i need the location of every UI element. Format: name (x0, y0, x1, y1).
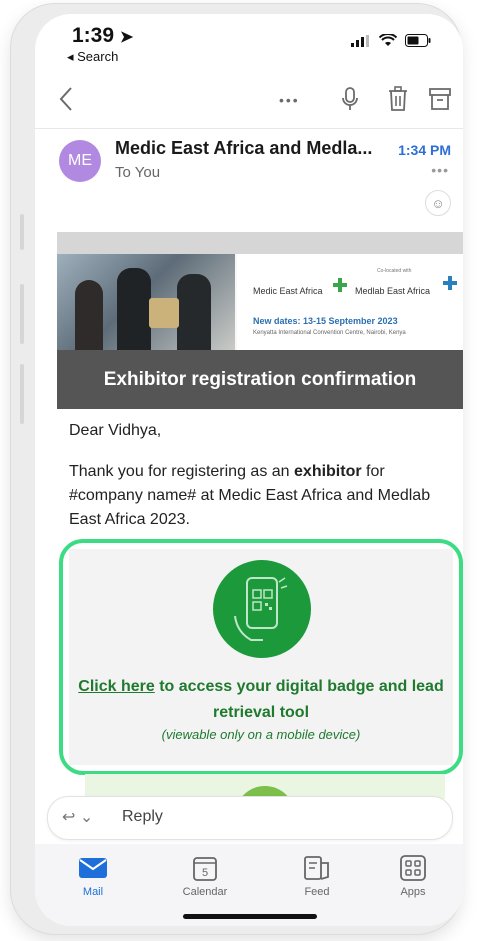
banner-top-strip (57, 232, 463, 254)
microphone-icon[interactable] (341, 86, 359, 112)
tab-label: Mail (82, 886, 104, 898)
co-located-text: Co-located with (377, 268, 412, 274)
banner-photo (57, 254, 235, 350)
medic-logo-cross-icon (333, 278, 347, 292)
medlab-logo-cross-icon (443, 276, 457, 290)
home-indicator[interactable] (183, 914, 317, 919)
side-button (20, 214, 24, 250)
archive-icon[interactable] (429, 86, 451, 112)
banner-title: Exhibitor registration confirmation (57, 350, 463, 409)
tab-calendar[interactable]: 5 Calendar (165, 854, 245, 898)
chevron-left-icon[interactable] (59, 86, 73, 112)
screen: 1:39 ➤ ◂ Search ••• ME Medic East Africa… (35, 14, 463, 926)
body-paragraph: Thank you for registering as an exhibito… (69, 463, 431, 528)
tab-feed[interactable]: Feed (277, 854, 357, 898)
feed-icon (304, 856, 329, 880)
tab-label: Calendar (182, 886, 228, 898)
medlab-logo-text: Medlab East Africa (355, 286, 431, 296)
battery-icon (405, 34, 431, 47)
avatar[interactable]: ME (59, 140, 101, 182)
exhibitor-bold: exhibitor (294, 463, 362, 480)
email-time: 1:34 PM (398, 142, 451, 158)
recipient-line[interactable]: To You (115, 164, 160, 181)
email-banner: Co-located with Medic East Africa Medlab… (57, 232, 463, 409)
highlight-border (59, 539, 463, 775)
sender-name[interactable]: Medic East Africa and Medla... (115, 138, 385, 159)
banner-logos: Co-located with Medic East Africa Medlab… (237, 254, 463, 350)
side-button (20, 364, 24, 424)
reaction-icon[interactable]: ☺ (425, 190, 451, 216)
tab-mail[interactable]: Mail (53, 854, 133, 898)
reply-bar[interactable]: ↩ ⌄ Reply (47, 796, 453, 840)
back-to-app-link[interactable]: ◂ Search (67, 49, 118, 65)
divider (35, 128, 463, 129)
status-icons (351, 34, 431, 47)
more-options-icon[interactable]: ••• (431, 162, 449, 178)
tab-apps[interactable]: Apps (373, 854, 453, 898)
tab-label: Feed (304, 886, 330, 898)
svg-text:5: 5 (202, 867, 208, 879)
side-button (20, 284, 24, 344)
greeting: Dear Vidhya, (69, 422, 162, 439)
reply-arrow-icon[interactable]: ↩ ⌄ (62, 807, 93, 827)
more-horizontal-icon[interactable]: ••• (279, 92, 300, 108)
tab-label: Apps (400, 886, 426, 898)
new-dates-text: New dates: 13-15 September 2023 (253, 316, 398, 326)
wifi-icon (379, 34, 397, 46)
mail-icon (79, 858, 107, 878)
phone-frame: 1:39 ➤ ◂ Search ••• ME Medic East Africa… (11, 4, 463, 934)
signal-icon (351, 34, 369, 47)
status-time: 1:39 ➤ (72, 24, 134, 47)
calendar-icon: 5 (193, 857, 217, 881)
reply-label[interactable]: Reply (122, 808, 163, 826)
venue-text: Kenyatta International Convention Centre… (253, 330, 406, 336)
status-bar: 1:39 ➤ ◂ Search (35, 14, 463, 74)
medic-logo-text: Medic East Africa (253, 286, 323, 296)
apps-icon (400, 855, 426, 881)
trash-icon[interactable] (387, 86, 409, 112)
email-toolbar: ••• (35, 80, 463, 124)
